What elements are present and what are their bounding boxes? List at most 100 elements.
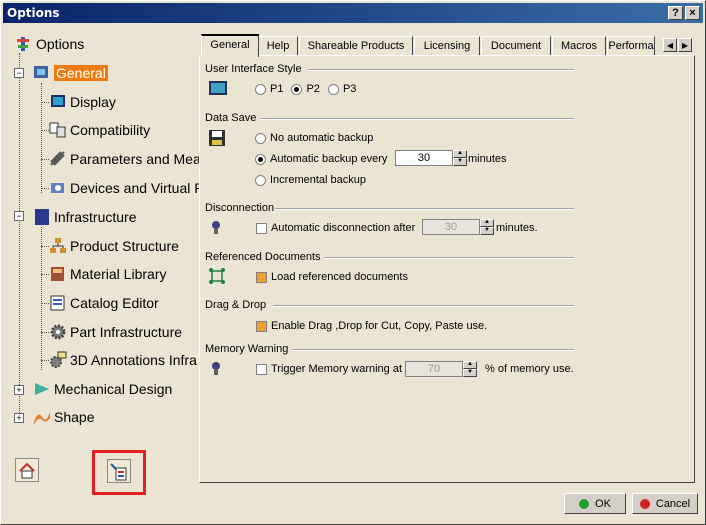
- tree-item-label: Material Library: [70, 266, 167, 282]
- product-structure-icon: [49, 237, 67, 255]
- p2-radio[interactable]: [291, 83, 303, 95]
- auto-backup-spinner[interactable]: ▲▼: [395, 150, 467, 166]
- ref-docs-label: Load referenced documents: [271, 271, 408, 283]
- tab-performance[interactable]: Performa: [607, 36, 655, 55]
- parameters-icon: [49, 150, 67, 168]
- p3-radio[interactable]: [327, 83, 339, 95]
- tree-item-label: Parameters and Mea: [70, 151, 201, 167]
- bulb-icon: [210, 220, 222, 239]
- incremental-radio[interactable]: [255, 174, 266, 186]
- tree-item-mechanical-design[interactable]: Mechanical Design: [33, 378, 172, 400]
- ui-style-title: User Interface Style: [205, 63, 302, 75]
- options-icon: [15, 35, 33, 53]
- no-backup-row: No automatic backup: [255, 132, 373, 144]
- tree-item-label: Product Structure: [70, 238, 179, 254]
- tab-document[interactable]: Document: [481, 36, 551, 55]
- window-title: Options: [7, 6, 60, 20]
- tree-item-label: Infrastructure: [54, 209, 137, 225]
- auto-backup-label: Automatic backup every: [270, 153, 388, 165]
- auto-backup-radio[interactable]: [255, 153, 266, 165]
- tree-item-general[interactable]: General: [33, 62, 108, 84]
- tree-item-compatibility[interactable]: Compatibility: [49, 119, 150, 141]
- close-button[interactable]: ×: [685, 6, 700, 20]
- tab-scroll-right-button[interactable]: ▶: [678, 38, 692, 52]
- tree-item-label: 3D Annotations Infra: [70, 352, 197, 368]
- mechanical-design-icon: [33, 380, 51, 398]
- tab-scroll-left-button[interactable]: ◀: [663, 38, 677, 52]
- ref-docs-icon: [208, 268, 226, 287]
- disconnection-label: Automatic disconnection after: [271, 222, 416, 234]
- gear-icon: [49, 323, 67, 341]
- auto-backup-unit: minutes: [468, 153, 507, 165]
- general-icon: [33, 64, 51, 82]
- tree-item-label: Catalog Editor: [70, 295, 159, 311]
- disconnection-input[interactable]: [422, 219, 480, 235]
- drag-drop-checkbox[interactable]: [256, 320, 267, 332]
- p1-radio[interactable]: [255, 83, 266, 95]
- reset-icon[interactable]: [15, 458, 39, 482]
- disconnection-unit: minutes.: [496, 222, 538, 234]
- tree-item-product-structure[interactable]: Product Structure: [49, 235, 179, 257]
- memory-input[interactable]: [405, 361, 463, 377]
- tab-strip: General Help Shareable Products Licensin…: [199, 34, 695, 57]
- tree-item-shape[interactable]: Shape: [33, 406, 94, 428]
- title-bar: Options ? ×: [3, 3, 703, 23]
- spin-down-button[interactable]: ▼: [480, 227, 494, 235]
- drag-drop-title: Drag & Drop: [205, 299, 267, 311]
- memory-checkbox[interactable]: [256, 363, 267, 375]
- tab-general[interactable]: General: [201, 34, 259, 57]
- ref-docs-row: Load referenced documents: [256, 271, 408, 283]
- tree-item-infrastructure[interactable]: Infrastructure: [33, 206, 136, 228]
- tree-item-material-library[interactable]: Material Library: [49, 263, 166, 285]
- cancel-button[interactable]: Cancel: [632, 493, 698, 514]
- ok-label: OK: [595, 497, 611, 510]
- disconnection-title: Disconnection: [205, 202, 275, 214]
- ok-button[interactable]: OK: [564, 493, 626, 514]
- general-panel: User Interface Style P1 P2 P3 Data Save …: [199, 55, 695, 483]
- help-button[interactable]: ?: [668, 6, 683, 20]
- tree-root[interactable]: Options: [15, 33, 84, 55]
- no-backup-radio[interactable]: [255, 132, 266, 144]
- infrastructure-icon: [33, 208, 51, 226]
- ref-docs-checkbox[interactable]: [256, 271, 267, 283]
- options-dialog: Options ? × − − + + Options General Disp…: [0, 0, 706, 525]
- tree-item-label: Devices and Virtual R: [70, 180, 205, 196]
- tree-item-parameters[interactable]: Parameters and Mea: [49, 148, 201, 170]
- spin-up-button[interactable]: ▲: [453, 150, 467, 158]
- auto-backup-input[interactable]: [395, 150, 453, 166]
- spin-up-button[interactable]: ▲: [463, 361, 477, 369]
- ui-style-options: P1 P2 P3: [255, 83, 356, 95]
- tree-item-label: Shape: [54, 409, 95, 425]
- no-backup-label: No automatic backup: [270, 132, 374, 144]
- p3-label: P3: [342, 83, 357, 95]
- tree-item-catalog-editor[interactable]: Catalog Editor: [49, 292, 159, 314]
- drag-drop-label: Enable Drag ,Drop for Cut, Copy, Paste u…: [271, 320, 488, 332]
- tab-macros[interactable]: Macros: [552, 36, 606, 55]
- floppy-disk-icon: [208, 129, 226, 150]
- tree-item-3d-annotations[interactable]: 3D Annotations Infra: [49, 349, 197, 371]
- annotations-icon: [49, 351, 67, 369]
- memory-unit: % of memory use.: [485, 363, 574, 375]
- disconnection-spinner[interactable]: ▲▼: [422, 219, 494, 235]
- p2-label: P2: [306, 83, 320, 95]
- disconnection-checkbox[interactable]: [256, 222, 267, 234]
- spin-down-button[interactable]: ▼: [453, 158, 467, 166]
- tab-shareable-products[interactable]: Shareable Products: [299, 36, 413, 55]
- tree-item-label: Display: [70, 94, 116, 110]
- spin-down-button[interactable]: ▼: [463, 369, 477, 377]
- tree-item-label: General: [54, 65, 108, 81]
- tree-item-label: Mechanical Design: [54, 381, 173, 397]
- tree-root-label: Options: [36, 36, 85, 52]
- tab-help[interactable]: Help: [258, 36, 298, 55]
- memory-spinner[interactable]: ▲▼: [405, 361, 477, 377]
- spin-up-button[interactable]: ▲: [480, 219, 494, 227]
- disconnection-row: Automatic disconnection after: [256, 222, 415, 234]
- tree-item-devices[interactable]: Devices and Virtual R: [49, 177, 204, 199]
- tree-item-part-infrastructure[interactable]: Part Infrastructure: [49, 321, 182, 343]
- highlight-box: [92, 450, 146, 495]
- bulb-icon: [210, 361, 222, 380]
- tree-item-display[interactable]: Display: [49, 91, 116, 113]
- tab-licensing[interactable]: Licensing: [414, 36, 480, 55]
- monitor-icon: [208, 80, 228, 101]
- memory-title: Memory Warning: [205, 343, 289, 355]
